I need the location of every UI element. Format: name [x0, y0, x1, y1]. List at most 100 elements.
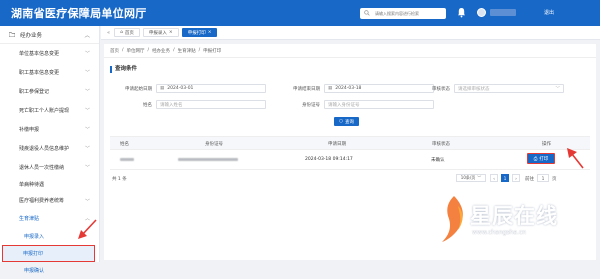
- watermark: 星辰在线 www.changsha.cn: [432, 192, 592, 250]
- chevron-left-icon: ‹: [493, 175, 495, 181]
- close-icon[interactable]: ×: [169, 30, 173, 35]
- sidebar-item-label: 退休人员一次性缴纳: [19, 165, 65, 171]
- tab-label: 首页: [124, 30, 134, 36]
- sidebar-subitem-print[interactable]: 申报打印: [2, 245, 95, 262]
- total-count: 共 1 条: [112, 177, 127, 182]
- sidebar-item-label: 单病种待遇: [19, 182, 45, 188]
- breadcrumb-item[interactable]: 单位网厅: [127, 48, 145, 54]
- bell-icon[interactable]: [457, 7, 466, 18]
- breadcrumb-item[interactable]: 首页: [110, 48, 119, 54]
- next-page-button[interactable]: ›: [512, 174, 520, 182]
- goto-page-value: 1: [541, 175, 545, 181]
- sidebar-item-label: 补缴申报: [19, 127, 40, 133]
- breadcrumb: 首页 / 单位网厅 / 经办业务 / 生育津贴 / 申报打印: [104, 44, 596, 58]
- close-icon[interactable]: ×: [208, 30, 212, 35]
- column-header-action: 操作: [542, 142, 551, 147]
- breadcrumb-sep: /: [147, 48, 150, 53]
- sidebar-item[interactable]: 补缴申报 ﹀: [0, 120, 99, 139]
- tab-label: 申报打印: [187, 30, 206, 36]
- sidebar-subitem-confirm[interactable]: 申报确认: [0, 262, 99, 279]
- search-input[interactable]: [375, 9, 445, 18]
- sidebar-item-label: 职工基本信息变更: [19, 70, 60, 76]
- tab-label: 申报录入: [148, 30, 167, 36]
- page-suffix: 页: [552, 177, 557, 182]
- audit-status-placeholder: 请选择审核状态: [458, 86, 490, 92]
- sidebar-item[interactable]: 单病种待遇: [0, 177, 99, 192]
- sidebar-subitem-label: 申报录入: [24, 234, 45, 240]
- calendar-icon: ▦: [328, 86, 333, 91]
- sidebar-item[interactable]: 医疗福利费养老统筹 ﹀: [0, 192, 99, 209]
- sidebar-item[interactable]: 死亡职工个人账户提现 ﹀: [0, 101, 99, 120]
- breadcrumb-item: 申报打印: [203, 48, 222, 54]
- audit-status-select[interactable]: 请选择审核状态 ﹀: [454, 84, 564, 93]
- current-page: 1: [503, 175, 507, 181]
- sidebar-item[interactable]: 退休人员一次性缴纳 ﹀: [0, 158, 99, 177]
- query-button[interactable]: ○ 查询: [334, 117, 359, 126]
- tab-print[interactable]: 申报打印 ×: [181, 28, 218, 37]
- printer-icon: ⎙: [533, 156, 538, 162]
- name-input[interactable]: 请输入姓名: [156, 100, 266, 109]
- chevron-down-icon: ﹀: [555, 86, 561, 92]
- watermark-text: 星辰在线: [470, 203, 558, 228]
- home-icon: ⌂: [120, 30, 123, 35]
- app-title: 湖南省医疗保障局单位网厅: [11, 7, 147, 20]
- breadcrumb-sep: /: [173, 48, 175, 53]
- chevron-down-icon: ﹀: [84, 108, 90, 114]
- sidebar-section-header[interactable]: 经办业务 ︿: [0, 26, 99, 44]
- sidebar-subitem-label: 申报确认: [24, 268, 45, 274]
- print-button-label: 打印: [539, 156, 549, 162]
- page-size-value: 10条/页: [460, 175, 476, 180]
- column-header-id: 身份证号: [205, 142, 223, 147]
- id-number-input[interactable]: 请输入身份证号: [324, 100, 434, 109]
- sidebar-item[interactable]: 单位基本信息变更 ﹀: [0, 44, 99, 63]
- sidebar-item-label: 残疾退役人员信息维护: [19, 146, 70, 152]
- sidebar-item[interactable]: 职工基本信息变更 ﹀: [0, 63, 99, 82]
- logout-link[interactable]: 退出: [544, 9, 554, 16]
- goto-page-input[interactable]: 1: [537, 174, 549, 182]
- sidebar-item-label: 单位基本信息变更: [19, 51, 60, 57]
- masked-id-number: [178, 158, 238, 161]
- breadcrumb-item[interactable]: 经办业务: [152, 48, 170, 54]
- breadcrumb-sep: /: [122, 48, 124, 53]
- start-date-field[interactable]: ▦ 2024-03-01: [156, 84, 266, 93]
- name-label: 姓名: [143, 103, 152, 108]
- sidebar-item-label: 医疗福利费养老统筹: [19, 198, 65, 204]
- chevron-down-icon: ﹀: [84, 165, 90, 171]
- breadcrumb-item[interactable]: 生育津贴: [178, 48, 196, 54]
- id-number-placeholder: 请输入身份证号: [328, 102, 360, 108]
- avatar[interactable]: [477, 8, 486, 17]
- page-size-select[interactable]: 10条/页 ﹀: [456, 174, 486, 182]
- chevron-down-icon: ﹀: [84, 89, 90, 95]
- goto-label: 前往: [525, 177, 534, 182]
- cell-date: 2024-03-18 09:14:17: [305, 157, 353, 162]
- tab-bar: « ⌂ 首页 申报录入 × 申报打印 ×: [101, 26, 600, 40]
- calendar-icon: ▦: [160, 86, 165, 91]
- column-header-date: 申请日期: [328, 142, 346, 147]
- tab-entry[interactable]: 申报录入 ×: [142, 28, 179, 37]
- cell-status: 未确认: [431, 158, 445, 163]
- chevron-right-icon: ›: [515, 175, 517, 181]
- search-box[interactable]: [360, 8, 446, 19]
- chevron-down-icon: ﹀: [84, 127, 90, 133]
- query-section-title: 查询条件: [110, 66, 137, 73]
- chevron-down-icon: ﹀: [477, 175, 482, 180]
- masked-name: [120, 158, 134, 161]
- sidebar-item[interactable]: 残疾退役人员信息维护 ﹀: [0, 139, 99, 158]
- prev-page-button[interactable]: ‹: [490, 174, 498, 182]
- print-button[interactable]: ⎙ 打印: [527, 153, 555, 164]
- sidebar-item[interactable]: 职工参保登记 ﹀: [0, 82, 99, 101]
- table-row[interactable]: 2024-03-18 09:14:17 未确认: [110, 150, 590, 170]
- column-header-status: 审核状态: [432, 142, 450, 147]
- chevron-left-icon[interactable]: «: [107, 30, 110, 36]
- tab-home[interactable]: ⌂ 首页: [114, 28, 140, 37]
- sidebar-item-label: 生育津贴: [19, 216, 40, 222]
- watermark-logo-icon: [442, 196, 463, 242]
- name-placeholder: 请输入姓名: [160, 102, 183, 108]
- query-button-label: 查询: [344, 119, 354, 125]
- page-number-current[interactable]: 1: [501, 174, 509, 182]
- chevron-down-icon: ﹀: [84, 199, 90, 205]
- start-date-value: 2024-03-01: [167, 86, 194, 91]
- chevron-down-icon: ﹀: [84, 51, 90, 57]
- table-header: 姓名 身份证号 申请日期 审核状态 操作: [110, 136, 590, 150]
- start-date-label: 申请起始日期: [125, 87, 152, 92]
